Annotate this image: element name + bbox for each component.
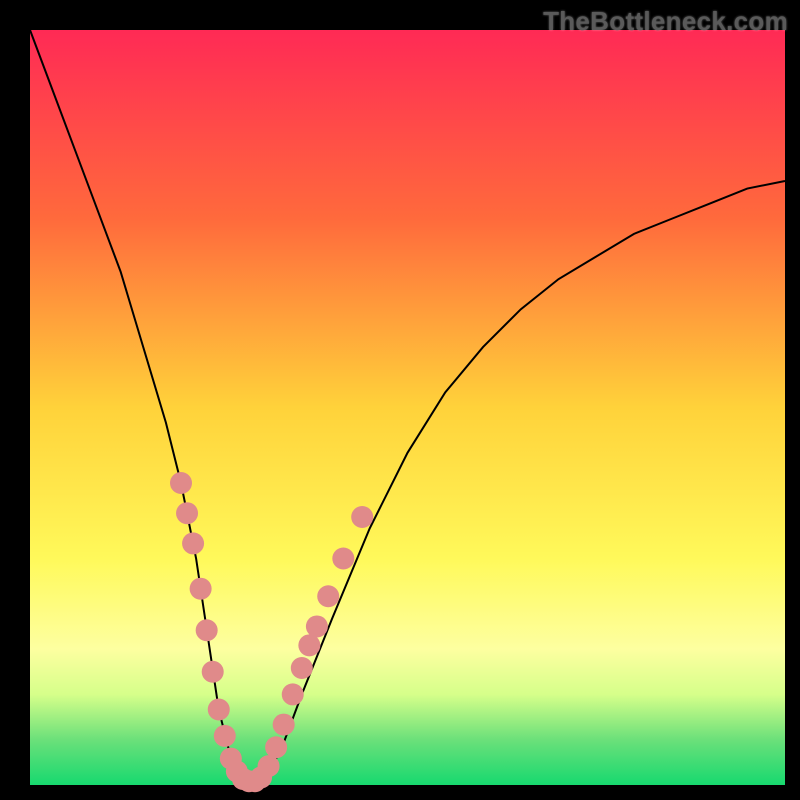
marker-dot (351, 506, 373, 528)
marker-dot (291, 657, 313, 679)
bottleneck-chart: TheBottleneck.com (0, 0, 800, 800)
marker-dot (265, 736, 287, 758)
marker-dot (176, 502, 198, 524)
marker-dot (182, 532, 204, 554)
marker-dot (317, 585, 339, 607)
marker-dot (258, 755, 280, 777)
marker-dot (298, 634, 320, 656)
chart-canvas (0, 0, 800, 800)
marker-dot (190, 578, 212, 600)
marker-dot (273, 714, 295, 736)
watermark-text: TheBottleneck.com (543, 6, 788, 37)
marker-dot (196, 619, 218, 641)
marker-dot (306, 615, 328, 637)
marker-dot (332, 548, 354, 570)
marker-dot (170, 472, 192, 494)
marker-dot (208, 699, 230, 721)
marker-dot (214, 725, 236, 747)
marker-dot (202, 661, 224, 683)
marker-dot (282, 683, 304, 705)
plot-background (30, 30, 785, 785)
